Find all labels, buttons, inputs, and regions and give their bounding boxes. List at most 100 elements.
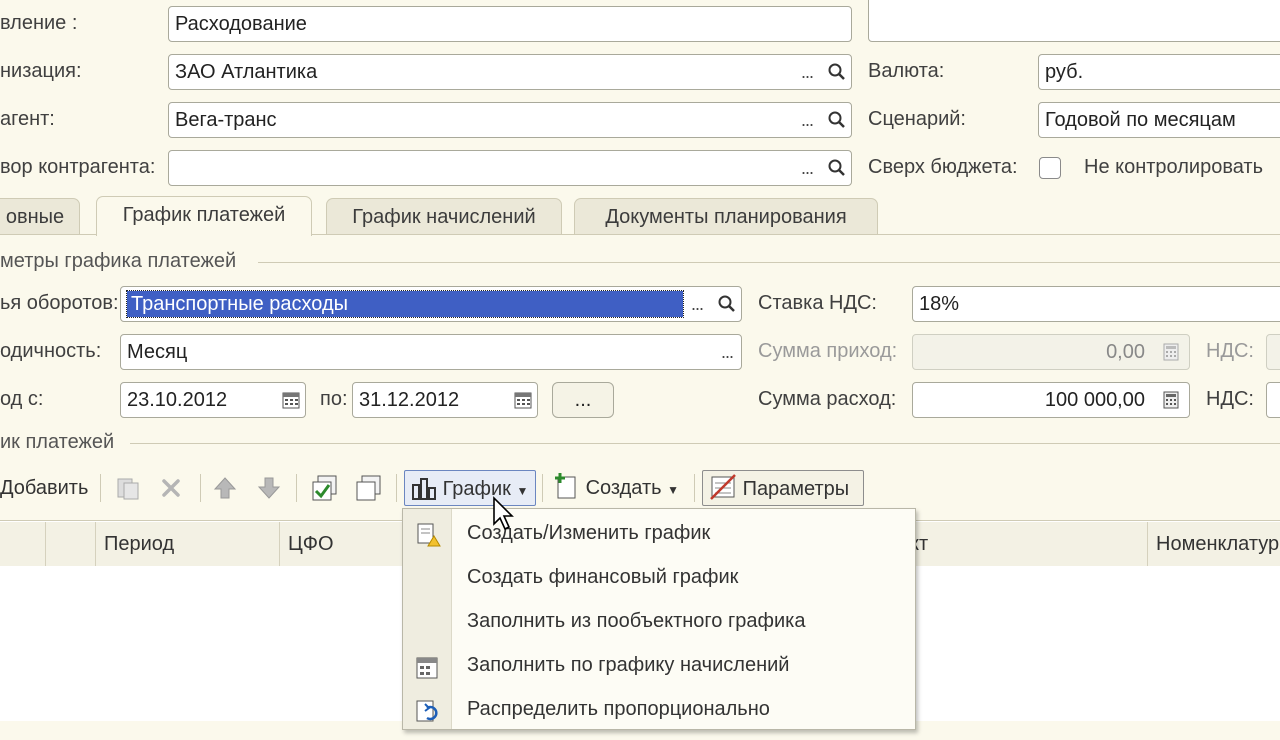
organization-field[interactable]: ЗАО Атлантика ... <box>168 54 852 90</box>
delete-icon[interactable] <box>158 470 188 506</box>
tab-planning-docs-label: Документы планирования <box>605 206 847 228</box>
column-cfo-label: ЦФО <box>288 533 334 555</box>
periodicity-label: одичность: <box>0 340 102 362</box>
cashflow-item-select-button[interactable]: ... <box>683 287 711 321</box>
column-header-icon[interactable] <box>0 522 46 566</box>
tab-main-label: овные <box>5 206 65 228</box>
contract-select-button[interactable]: ... <box>793 151 821 185</box>
contract-label: вор контрагента: <box>0 156 156 178</box>
counterparty-value: Вега-транс <box>175 109 277 131</box>
tab-payment-schedule[interactable]: График платежей <box>96 196 312 236</box>
income-sum-field: 0,00 <box>912 334 1190 370</box>
expense-sum-value: 100 000,00 <box>1044 389 1145 411</box>
menu-item-create-financial-chart[interactable]: Создать финансовый график <box>403 555 913 599</box>
calculator-icon <box>1157 335 1185 369</box>
calendar-icon[interactable] <box>277 383 305 417</box>
column-nomenclature-label: Номенклатур <box>1156 533 1280 555</box>
menu-item-fill-from-object-chart[interactable]: Заполнить из пообъектного графика <box>403 599 913 643</box>
periodicity-value: Месяц <box>127 341 188 363</box>
copy-row-icon[interactable] <box>114 470 144 506</box>
create-menu-label: Создать <box>585 477 662 499</box>
column-header-cfo[interactable]: ЦФО <box>280 522 410 566</box>
mouse-cursor-icon <box>493 496 514 531</box>
scenario-field[interactable]: Годовой по месяцам <box>1038 102 1280 138</box>
column-header-nomenclature[interactable]: Номенклатур <box>1148 522 1280 566</box>
move-up-icon[interactable] <box>212 470 242 506</box>
purpose-field[interactable]: Расходование <box>168 6 852 42</box>
menu-item-fill-by-accruals[interactable]: Заполнить по графику начислений <box>403 643 913 687</box>
create-document-icon <box>555 473 576 499</box>
organization-search-icon[interactable] <box>823 55 851 89</box>
cashflow-item-field[interactable]: Транспортные расходы ... <box>120 286 742 322</box>
vat-rate-label: Ставка НДС: <box>758 292 877 314</box>
tab-main[interactable]: овные <box>0 198 80 234</box>
cashflow-item-value: Транспортные расходы <box>126 290 684 318</box>
move-down-icon[interactable] <box>256 470 286 506</box>
menu-item-label: Заполнить из пообъектного графика <box>467 610 806 632</box>
counterparty-label: агент: <box>0 108 55 130</box>
period-choose-button[interactable]: ... <box>552 382 614 418</box>
chart-icon <box>412 478 436 500</box>
parameters-icon <box>710 474 736 500</box>
counterparty-select-button[interactable]: ... <box>793 103 821 137</box>
vat-expense-label: НДС: <box>1206 388 1254 410</box>
counterparty-search-icon[interactable] <box>823 103 851 137</box>
calculator-icon[interactable] <box>1157 383 1185 417</box>
contract-search-icon[interactable] <box>823 151 851 185</box>
column-header-mark[interactable] <box>46 522 96 566</box>
comment-field[interactable] <box>868 0 1280 42</box>
check-all-icon[interactable] <box>310 470 340 506</box>
column-header-period[interactable]: Период <box>96 522 280 566</box>
calendar-icon[interactable] <box>509 383 537 417</box>
menu-item-label: Распределить пропорционально <box>467 698 770 720</box>
params-group-title: метры графика платежей <box>0 250 237 272</box>
tab-accrual-schedule-label: График начислений <box>352 206 536 228</box>
purpose-label: вление : <box>0 12 78 34</box>
vat-income-label: НДС: <box>1206 340 1254 362</box>
period-from-field[interactable]: 23.10.2012 <box>120 382 306 418</box>
organization-value: ЗАО Атлантика <box>175 61 318 83</box>
vat-income-field <box>1266 334 1280 370</box>
periodicity-field[interactable]: Месяц ... <box>120 334 742 370</box>
contract-field[interactable]: ... <box>168 150 852 186</box>
create-menu-button[interactable]: Создать ▼ <box>552 470 679 506</box>
schedule-group-title: ик платежей <box>0 431 115 453</box>
add-button[interactable]: Добавить <box>0 470 88 506</box>
chevron-down-icon: ▼ <box>667 483 680 497</box>
parameters-label: Параметры <box>742 478 850 500</box>
period-from-value: 23.10.2012 <box>127 389 228 411</box>
chevron-down-icon: ▼ <box>516 484 529 498</box>
tab-payment-schedule-label: График платежей <box>122 204 286 226</box>
tab-accrual-schedule[interactable]: График начислений <box>326 198 562 234</box>
chart-dropdown-menu: Создать/Изменить график Создать финансов… <box>402 508 916 730</box>
expense-sum-field[interactable]: 100 000,00 <box>912 382 1190 418</box>
expense-sum-label: Сумма расход: <box>758 388 897 410</box>
fill-by-accruals-icon <box>415 652 441 679</box>
period-to-value: 31.12.2012 <box>359 389 460 411</box>
counterparty-field[interactable]: Вега-транс ... <box>168 102 852 138</box>
cashflow-item-label: ья оборотов: <box>0 292 119 314</box>
period-to-field[interactable]: 31.12.2012 <box>352 382 538 418</box>
menu-item-create-edit-chart[interactable]: Создать/Изменить график <box>403 511 913 555</box>
no-control-label: Не контролировать <box>1084 156 1263 178</box>
scenario-label: Сценарий: <box>868 108 966 130</box>
periodicity-select-button[interactable]: ... <box>713 335 741 369</box>
organization-select-button[interactable]: ... <box>793 55 821 89</box>
column-period-label: Период <box>104 533 175 555</box>
tab-planning-docs[interactable]: Документы планирования <box>574 198 878 234</box>
over-budget-checkbox[interactable] <box>1039 157 1061 179</box>
edit-chart-icon <box>415 520 441 547</box>
uncheck-all-icon[interactable] <box>354 470 384 506</box>
period-from-label: од с: <box>0 388 44 410</box>
distribute-icon <box>415 696 441 722</box>
menu-item-distribute-proportionally[interactable]: Распределить пропорционально <box>403 687 913 731</box>
currency-label: Валюта: <box>868 60 945 82</box>
cashflow-item-search-icon[interactable] <box>713 287 741 321</box>
over-budget-label: Сверх бюджета: <box>868 156 1018 178</box>
menu-item-label: Создать финансовый график <box>467 566 739 588</box>
parameters-button[interactable]: Параметры <box>702 470 864 506</box>
vat-expense-field[interactable] <box>1266 382 1280 418</box>
vat-rate-field[interactable]: 18% <box>912 286 1280 322</box>
currency-field[interactable]: руб. <box>1038 54 1280 90</box>
income-sum-label: Сумма приход: <box>758 340 898 362</box>
